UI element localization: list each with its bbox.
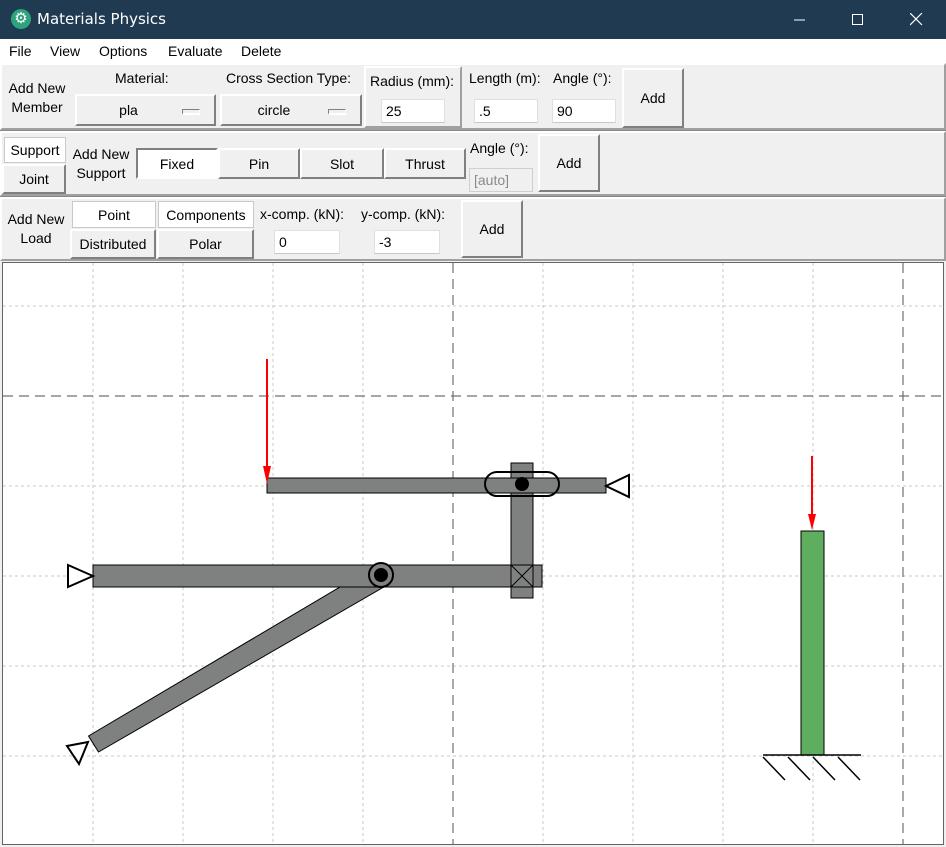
- member-horizontal-lower[interactable]: [92, 564, 543, 588]
- add-load-button[interactable]: Add: [461, 200, 523, 258]
- loads: [263, 359, 816, 530]
- angle-input[interactable]: 90: [552, 99, 616, 123]
- dropdown-indicator-icon: [182, 109, 200, 115]
- length-input[interactable]: .5: [474, 99, 538, 123]
- pin-support-right[interactable]: [603, 473, 630, 499]
- pin-joint-dot: [374, 568, 388, 582]
- ycomp-input[interactable]: -3: [374, 230, 440, 254]
- menu-view[interactable]: View: [50, 43, 80, 59]
- support-angle-input[interactable]: [auto]: [469, 168, 533, 192]
- load-type-point[interactable]: Point: [72, 201, 156, 228]
- close-button[interactable]: [887, 0, 945, 39]
- radius-label: Radius (mm):: [370, 73, 455, 89]
- material-label: Material:: [115, 70, 169, 86]
- member-selected[interactable]: [800, 530, 825, 756]
- support-toolbar: Support Joint Add New Support Fixed Pin …: [0, 131, 946, 197]
- support-type-slot[interactable]: Slot: [300, 148, 384, 179]
- support-mode-tab[interactable]: Support: [4, 137, 66, 163]
- ycomp-label: y-comp. (kN):: [361, 206, 445, 222]
- member-diagonal[interactable]: [87, 565, 387, 753]
- xcomp-input[interactable]: 0: [274, 230, 340, 254]
- member-heading: Add New Member: [8, 80, 66, 115]
- support-type-pin[interactable]: Pin: [218, 148, 300, 179]
- radius-input[interactable]: 25: [381, 99, 445, 123]
- menu-options[interactable]: Options: [99, 43, 147, 59]
- point-load-arrow-2[interactable]: [808, 456, 816, 530]
- menu-evaluate[interactable]: Evaluate: [168, 43, 222, 59]
- load-type-distributed[interactable]: Distributed: [70, 229, 156, 259]
- fixed-support[interactable]: [762, 754, 861, 781]
- load-mode-polar[interactable]: Polar: [157, 229, 254, 259]
- support-type-fixed[interactable]: Fixed: [136, 148, 218, 179]
- cross-section-value: circle: [257, 102, 291, 118]
- members: [87, 462, 825, 756]
- support-type-thrust[interactable]: Thrust: [384, 148, 466, 179]
- dropdown-indicator-icon: [328, 109, 346, 115]
- cross-section-label: Cross Section Type:: [226, 70, 352, 86]
- material-select[interactable]: pla: [75, 94, 216, 126]
- member-horizontal-upper[interactable]: [266, 477, 607, 494]
- load-toolbar: Add New Load Point Distributed Component…: [0, 197, 946, 262]
- angle-label: Angle (°):: [553, 70, 612, 86]
- support-heading: Add New Support: [72, 146, 130, 181]
- window-title: Materials Physics: [37, 10, 166, 28]
- menu-delete[interactable]: Delete: [241, 43, 281, 59]
- structure-canvas[interactable]: [2, 262, 944, 845]
- length-label: Length (m):: [469, 70, 541, 86]
- structure-drawing: [3, 263, 943, 844]
- minimize-button[interactable]: [771, 0, 829, 39]
- minimize-icon: [794, 19, 805, 20]
- load-heading: Add New Load: [7, 211, 65, 246]
- close-icon: [909, 13, 922, 26]
- menu-file[interactable]: File: [9, 43, 32, 59]
- supports: [65, 473, 861, 781]
- load-mode-components[interactable]: Components: [158, 201, 254, 228]
- cross-section-select[interactable]: circle: [220, 94, 362, 126]
- material-value: pla: [119, 102, 138, 118]
- add-member-button[interactable]: Add: [622, 68, 684, 128]
- member-toolbar: Add New Member Material: pla Cross Secti…: [0, 63, 946, 131]
- support-angle-label: Angle (°):: [470, 140, 529, 156]
- title-bar: ⚙ Materials Physics: [0, 0, 946, 39]
- menu-bar: File View Options Evaluate Delete: [0, 39, 946, 63]
- point-load-arrow-1[interactable]: [263, 359, 271, 484]
- pin-support-bottom[interactable]: [65, 740, 90, 767]
- maximize-button[interactable]: [829, 0, 887, 39]
- joint-mode-tab[interactable]: Joint: [2, 164, 66, 194]
- pin-support-left[interactable]: [67, 563, 96, 589]
- add-support-button[interactable]: Add: [538, 134, 600, 192]
- maximize-icon: [852, 13, 863, 25]
- xcomp-label: x-comp. (kN):: [260, 206, 344, 222]
- gear-icon: ⚙: [11, 9, 31, 29]
